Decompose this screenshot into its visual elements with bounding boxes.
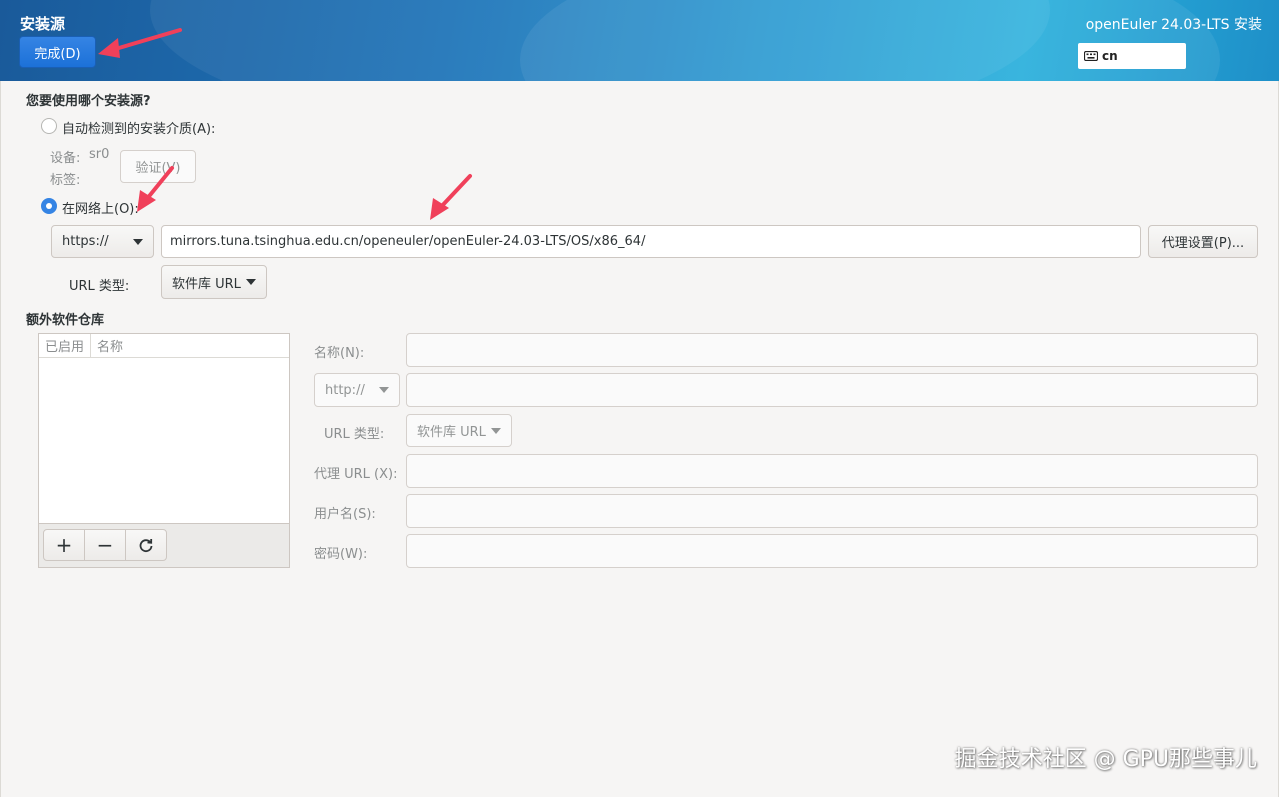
repo-proxy-label: 代理 URL (X): (314, 467, 398, 482)
dropdown-arrow-icon (379, 387, 389, 393)
repo-list[interactable]: 已启用 名称 (38, 333, 290, 524)
repo-password-label: 密码(W): (314, 547, 368, 562)
repo-url-type-dropdown[interactable]: 软件库 URL (406, 414, 512, 447)
repo-protocol-value: http:// (325, 382, 365, 398)
dropdown-arrow-icon (133, 238, 143, 245)
main-content: 您要使用哪个安装源? 自动检测到的安装介质(A): 设备: sr0 标签: 验证… (0, 81, 1279, 797)
repo-list-header: 已启用 名称 (39, 334, 289, 358)
plus-icon: + (55, 533, 73, 557)
source-question: 您要使用哪个安装源? (26, 94, 151, 109)
dropdown-arrow-icon (246, 279, 256, 285)
repo-protocol-dropdown[interactable]: http:// (314, 373, 400, 407)
repo-username-label: 用户名(S): (314, 507, 376, 522)
col-name-header[interactable]: 名称 (91, 334, 123, 357)
url-type-label: URL 类型: (69, 279, 130, 294)
repo-url-type-label: URL 类型: (324, 427, 385, 442)
network-radio[interactable] (41, 198, 57, 214)
watermark: 掘金技术社区 @ GPU那些事儿 (954, 747, 1257, 772)
tag-label: 标签: (50, 173, 81, 188)
minus-icon: − (96, 533, 114, 557)
verify-button[interactable]: 验证(V) (120, 150, 196, 183)
add-repo-button[interactable]: + (43, 529, 85, 561)
col-enabled-header[interactable]: 已启用 (39, 334, 91, 357)
repo-password-input[interactable] (406, 534, 1258, 568)
auto-detect-label: 自动检测到的安装介质(A): (62, 122, 216, 137)
keyboard-icon (1084, 51, 1098, 61)
refresh-repo-button[interactable] (125, 529, 167, 561)
done-button[interactable]: 完成(D) (19, 36, 96, 68)
network-label: 在网络上(O): (62, 202, 139, 217)
repo-name-input[interactable] (406, 333, 1258, 367)
repo-username-input[interactable] (406, 494, 1258, 528)
auto-detect-radio[interactable] (41, 118, 57, 134)
refresh-icon (139, 539, 153, 553)
device-value: sr0 (89, 147, 110, 162)
keyboard-layout-indicator[interactable]: cn (1078, 43, 1186, 69)
repo-url-input[interactable] (406, 373, 1258, 407)
dropdown-arrow-icon (491, 427, 501, 434)
remove-repo-button[interactable]: − (84, 529, 126, 561)
url-value: mirrors.tuna.tsinghua.edu.cn/openeuler/o… (170, 234, 646, 249)
url-type-dropdown[interactable]: 软件库 URL (161, 265, 267, 299)
extra-repos-title: 额外软件仓库 (26, 313, 105, 328)
repo-proxy-input[interactable] (406, 454, 1258, 488)
device-label: 设备: (50, 151, 81, 166)
repo-toolbar: + − (38, 524, 290, 568)
header-bar: 安装源 完成(D) openEuler 24.03-LTS 安装 cn (0, 0, 1279, 81)
proxy-settings-button[interactable]: 代理设置(P)... (1148, 225, 1258, 258)
page-title: 安装源 (20, 15, 66, 33)
repo-url-type-value: 软件库 URL (417, 425, 486, 440)
url-input[interactable]: mirrors.tuna.tsinghua.edu.cn/openeuler/o… (161, 225, 1141, 258)
protocol-dropdown[interactable]: https:// (51, 225, 154, 258)
protocol-value: https:// (62, 234, 109, 249)
repo-name-label: 名称(N): (314, 346, 365, 361)
keyboard-layout-label: cn (1102, 49, 1118, 63)
product-title: openEuler 24.03-LTS 安装 (1085, 17, 1262, 33)
url-type-value: 软件库 URL (172, 276, 241, 292)
